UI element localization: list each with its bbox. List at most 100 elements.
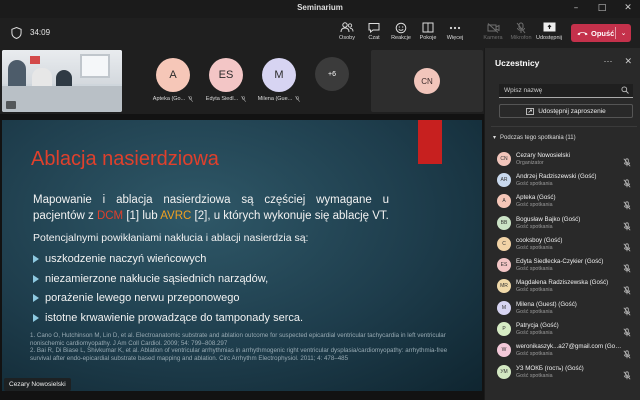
avatar: УМ [497, 364, 511, 379]
participant-name: cooksboy (Gość) [516, 236, 563, 244]
participant-tile-name: Apteka (Go... [152, 96, 186, 102]
avatar: A [156, 58, 190, 92]
camera-table [2, 86, 122, 112]
participant-tile-name: Milena (Gue... [257, 96, 293, 102]
reference: 2. Bai R, Di Biase L, Shivkumar K, et al… [30, 347, 448, 362]
participant-name: Edyta Siedlecka-Czykier (Gość) [516, 258, 604, 266]
minimize-icon[interactable]: – [568, 1, 584, 15]
mic-off-icon [295, 96, 301, 102]
participant-tile-name: Edyta Siedl... [205, 96, 239, 102]
mic-off-icon [623, 367, 631, 385]
more-options-icon[interactable]: ⋯ [603, 56, 612, 67]
participant-tile-name-row: Edyta Siedl... [201, 96, 251, 102]
participant-row[interactable]: BB Bogusław Bajko (Gość) Gość spotkania [485, 212, 640, 233]
bullet-arrow-icon [33, 313, 39, 322]
camera-badge-icon [6, 101, 16, 109]
share-invite-icon [526, 107, 535, 115]
shield-icon [11, 27, 22, 39]
maximize-icon[interactable]: □ [594, 1, 610, 15]
camera-window [80, 54, 110, 78]
participant-row[interactable]: P Patrycja (Gość) Gość spotkania [485, 318, 640, 339]
participant-row[interactable]: A Apteka (Gość) Gość spotkania [485, 191, 640, 212]
participant-tile[interactable]: ES Edyta Siedl... [201, 58, 251, 102]
share-label: Udostępnij [536, 35, 562, 41]
participant-row[interactable]: MR Magdalena Radziszewska (Gość) Gość spot… [485, 276, 640, 297]
bullet-arrow-icon [33, 294, 39, 303]
participant-row[interactable]: M Milena (Guest) (Gość) Gość spotkania [485, 297, 640, 318]
slide-paragraph: Mapowanie i ablacja nasierdziowa są częś… [33, 192, 389, 224]
people-label: Osoby [339, 35, 355, 41]
more-button[interactable]: Więcej [441, 21, 469, 47]
share-invite-button[interactable]: Udostępnij zaproszenie [499, 104, 633, 118]
mic-off-icon [188, 96, 194, 102]
participant-name: Bogusław Bajko (Gość) [516, 215, 581, 223]
camera-button[interactable]: Kamera [479, 21, 507, 47]
leave-label: Opuść [591, 28, 615, 38]
video-strip: A Apteka (Go... ES Edyta Siedl... M Mile… [0, 48, 484, 114]
share-icon [535, 21, 563, 34]
presenter-name-badge: Cezary Nowosielski [4, 378, 71, 391]
participant-row[interactable]: Wweronikaszyk...a27@gmail.com (Gość) Gość… [485, 340, 640, 361]
panel-divider [491, 126, 637, 127]
participant-role: Organizator [516, 159, 544, 166]
slide-red-tab [418, 120, 442, 164]
bullet-arrow-icon [33, 255, 39, 264]
participant-role: Gość spotkania [516, 266, 553, 273]
participants-panel: Uczestnicy ⋯ ✕ Wpisz nazwę Udostępnij za… [484, 48, 640, 400]
camera-off-icon [479, 21, 507, 34]
slide-highlight-dcm: DCM [96, 210, 124, 222]
mic-off-icon [241, 96, 247, 102]
reactions-button[interactable]: Reakcje [387, 21, 415, 47]
reference: 1. Cano O, Hutchinson M, Lin D, et al. E… [30, 332, 446, 347]
participant-role: Gość spotkania [516, 223, 553, 230]
more-participants-button[interactable]: +6 [315, 57, 349, 91]
window-title: Seminarium [297, 3, 343, 12]
participant-text: Cezary Nowosielski Organizator [516, 152, 622, 166]
slide-bullets: uszkodzenie naczyń wieńcowych niezamierz… [33, 250, 303, 328]
people-button[interactable]: Osoby [333, 21, 361, 47]
participant-search-input[interactable]: Wpisz nazwę [499, 84, 633, 98]
participant-role: Gość spotkania [516, 372, 553, 379]
rooms-icon [414, 21, 442, 34]
room-camera-feed[interactable] [2, 50, 122, 112]
participant-role: Gość spotkania [516, 351, 553, 358]
panel-title: Uczestnicy [495, 58, 540, 68]
rooms-button[interactable]: Pokoje [414, 21, 442, 47]
participant-tile-name-row: Milena (Gue... [254, 96, 304, 102]
slide-references: 1. Cano O, Hutchinson M, Lin D, et al. E… [30, 332, 462, 362]
bullet-text: istotne krwawienie prowadzące do tampona… [45, 311, 304, 324]
participant-row[interactable]: УМ УЗ МОКБ (гость) (Gość) Gość spotkania [485, 361, 640, 382]
people-icon [333, 21, 361, 34]
chat-icon [360, 21, 388, 34]
participant-row[interactable]: Ccooksboy (Gość) Gość spotkania [485, 233, 640, 254]
chat-button[interactable]: Czat [360, 21, 388, 47]
participant-tile[interactable]: A Apteka (Go... [148, 58, 198, 102]
avatar: MR [497, 279, 511, 294]
leave-main[interactable]: Opuść [571, 24, 615, 42]
self-view[interactable]: CN [371, 50, 483, 112]
avatar: M [262, 58, 296, 92]
section-header[interactable]: ▾ Podczas tego spotkania (11) [493, 134, 576, 142]
leave-button[interactable]: Opuść ⌄ [571, 24, 631, 42]
microphone-button[interactable]: Mikrofon [507, 21, 535, 47]
avatar: W [497, 343, 511, 358]
participant-row[interactable]: CN Cezary Nowosielski Organizator [485, 148, 640, 169]
participant-row[interactable]: AR Andrzej Radziszewski (Gość) Gość spotka… [485, 169, 640, 190]
close-panel-icon[interactable]: ✕ [624, 56, 632, 67]
phone-icon [577, 32, 588, 36]
participant-text: Magdalena Radziszewska (Gość) Gość spotka… [516, 279, 622, 293]
participant-text: Patrycja (Gość) Gość spotkania [516, 322, 622, 336]
chevron-down-icon[interactable]: ⌄ [616, 29, 631, 37]
participant-row[interactable]: ES Edyta Siedlecka-Czykier (Gość) Gość spo… [485, 254, 640, 275]
slide-bullet: uszkodzenie naczyń wieńcowych [33, 250, 303, 269]
section-label: Podczas tego spotkania (11) [500, 134, 576, 141]
participant-tile[interactable]: M Milena (Gue... [254, 58, 304, 102]
close-icon[interactable]: ✕ [620, 1, 636, 15]
camera-red-object [30, 56, 40, 64]
avatar: C [497, 236, 511, 251]
participant-text: Bogusław Bajko (Gość) Gość spotkania [516, 216, 622, 230]
participant-text: УЗ МОКБ (гость) (Gość) Gość spotkania [516, 365, 622, 379]
meeting-timer: 34:09 [30, 28, 51, 37]
share-screen-button[interactable]: Udostępnij [535, 21, 563, 47]
participant-list: CN Cezary Nowosielski Organizator AR Andrzej… [485, 148, 640, 382]
